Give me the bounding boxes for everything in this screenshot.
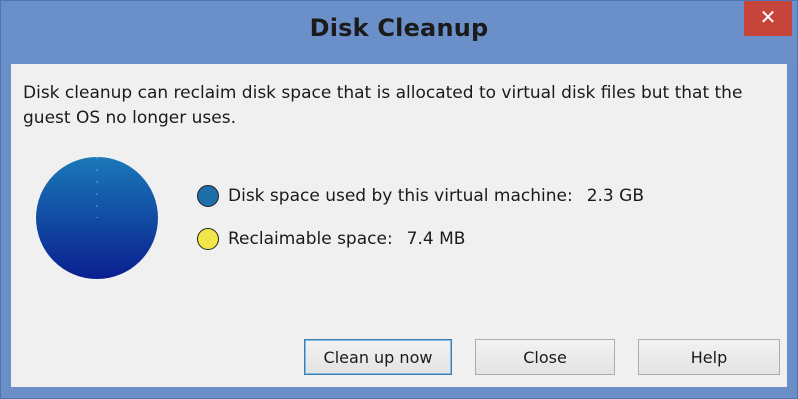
close-button[interactable]: Close (475, 339, 615, 375)
help-button[interactable]: Help (638, 339, 780, 375)
legend-used-space: Disk space used by this virtual machine:… (197, 183, 644, 209)
reclaimable-space-label: Reclaimable space: (228, 229, 393, 249)
description-text: Disk cleanup can reclaim disk space that… (23, 83, 743, 128)
close-icon: ✕ (759, 5, 777, 29)
disk-cleanup-dialog: Disk Cleanup ✕ Disk cleanup can reclaim … (0, 0, 798, 399)
used-space-value: 2.3 GB (586, 186, 644, 206)
used-space-swatch (197, 185, 219, 207)
title-bar: Disk Cleanup ✕ (1, 1, 797, 64)
clean-up-now-button[interactable]: Clean up now (304, 339, 452, 375)
dialog-body: Disk cleanup can reclaim disk space that… (11, 64, 787, 387)
reclaimable-space-value: 7.4 MB (406, 229, 466, 249)
dialog-title: Disk Cleanup (309, 14, 489, 42)
used-space-label: Disk space used by this virtual machine: (228, 186, 573, 206)
legend-reclaimable-space: Reclaimable space: 7.4 MB (197, 226, 465, 252)
disk-usage-pie (36, 157, 158, 279)
close-window-button[interactable]: ✕ (744, 1, 792, 36)
reclaimable-space-swatch (197, 228, 219, 250)
